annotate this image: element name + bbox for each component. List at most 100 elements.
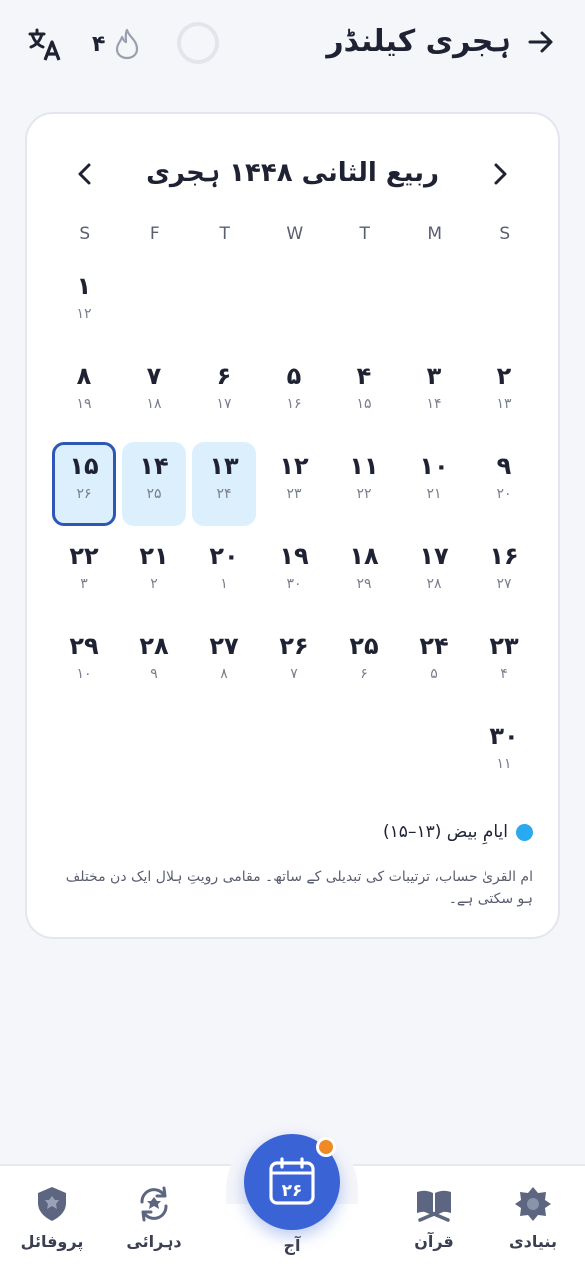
hijri-day-number: ۷ bbox=[146, 362, 162, 390]
calendar-day[interactable]: ۱۸ ۲۹ bbox=[330, 532, 400, 622]
gregorian-day-number: ۵ bbox=[430, 666, 438, 682]
calendar-week-row: ۱ ۱۲ bbox=[50, 262, 540, 352]
day-box: ۲۳ ۴ bbox=[472, 622, 536, 706]
nav-item-review[interactable]: دہرائی bbox=[104, 1184, 204, 1251]
gregorian-day-number: ۳ bbox=[80, 576, 88, 592]
calendar-day[interactable]: ۲ ۱۳ bbox=[470, 352, 540, 442]
hijri-day-number: ۲۸ bbox=[139, 632, 169, 660]
review-cycle-icon bbox=[140, 1186, 168, 1222]
calendar-day[interactable]: ۲۲ ۳ bbox=[50, 532, 120, 622]
hijri-day-number: ۲۵ bbox=[349, 632, 379, 660]
day-box: ۱۶ ۲۷ bbox=[472, 532, 536, 616]
gregorian-day-number: ۱۶ bbox=[286, 396, 302, 412]
day-box: ۲۲ ۳ bbox=[52, 532, 116, 616]
calendar-day[interactable]: ۱۲ ۲۳ bbox=[260, 442, 330, 532]
nav-label: پروفائل bbox=[20, 1232, 84, 1251]
day-box: ۱ ۱۲ bbox=[52, 262, 116, 346]
calendar-day[interactable]: ۸ ۱۹ bbox=[50, 352, 120, 442]
gregorian-day-number: ۸ bbox=[220, 666, 228, 682]
nav-label-today: آج bbox=[283, 1236, 301, 1255]
hijri-day-number: ۱۶ bbox=[489, 542, 519, 570]
hijri-day-number: ۲۴ bbox=[419, 632, 449, 660]
translate-icon[interactable] bbox=[26, 25, 64, 63]
calendar-day[interactable]: ۱۳ ۲۴ bbox=[190, 442, 260, 532]
hijri-day-number: ۱۰ bbox=[419, 452, 449, 480]
calendar-day[interactable]: ۱۱ ۲۲ bbox=[330, 442, 400, 532]
day-box: ۲۴ ۵ bbox=[402, 622, 466, 706]
day-box: ۱۲ ۲۳ bbox=[262, 442, 326, 526]
quran-book-icon bbox=[417, 1190, 451, 1222]
calendar-day[interactable]: ۲۸ ۹ bbox=[120, 622, 190, 712]
month-navigation: ربیع الثانی ۱۴۴۸ ہجری bbox=[27, 154, 558, 194]
hijri-day-number: ۳ bbox=[426, 362, 442, 390]
calendar-day[interactable]: ۳۰ ۱۱ bbox=[470, 712, 540, 802]
hijri-day-number: ۱۹ bbox=[279, 542, 309, 570]
hijri-day-number: ۲۶ bbox=[279, 632, 309, 660]
calendar-day[interactable]: ۲۱ ۲ bbox=[120, 532, 190, 622]
nav-label: قرآن bbox=[414, 1232, 454, 1251]
calendar-day[interactable]: ۲۴ ۵ bbox=[400, 622, 470, 712]
day-box: ۹ ۲۰ bbox=[472, 442, 536, 526]
weekday-label: T bbox=[359, 224, 371, 244]
hijri-day-number: ۲۲ bbox=[69, 542, 99, 570]
day-box: ۱۸ ۲۹ bbox=[332, 532, 396, 616]
gregorian-day-number: ۲۱ bbox=[426, 486, 442, 502]
calendar-day[interactable]: ۷ ۱۸ bbox=[120, 352, 190, 442]
gregorian-day-number: ۲۵ bbox=[146, 486, 162, 502]
gregorian-day-number: ۲۲ bbox=[356, 486, 372, 502]
day-box: ۱۱ ۲۲ bbox=[332, 442, 396, 526]
calendar-day[interactable]: ۳ ۱۴ bbox=[400, 352, 470, 442]
calendar-day[interactable]: ۱۰ ۲۱ bbox=[400, 442, 470, 532]
legend-dot bbox=[516, 823, 533, 841]
calendar-empty-cell bbox=[470, 262, 540, 352]
progress-ring-icon[interactable] bbox=[175, 20, 221, 66]
weekday-label: M bbox=[427, 224, 443, 244]
chevron-right-icon[interactable] bbox=[485, 160, 513, 188]
hijri-day-number: ۴ bbox=[356, 362, 372, 390]
calendar-day[interactable]: ۲۶ ۷ bbox=[260, 622, 330, 712]
day-box: ۲۷ ۸ bbox=[192, 622, 256, 706]
calendar-icon-date: ۲۶ bbox=[282, 1181, 303, 1201]
calendar-day[interactable]: ۲۳ ۴ bbox=[470, 622, 540, 712]
hijri-day-number: ۵ bbox=[286, 362, 302, 390]
hijri-day-number: ۲ bbox=[496, 362, 512, 390]
calendar-day[interactable]: ۱۹ ۳۰ bbox=[260, 532, 330, 622]
calendar-day[interactable]: ۶ ۱۷ bbox=[190, 352, 260, 442]
gregorian-day-number: ۲۷ bbox=[496, 576, 512, 592]
calendar-week-row: ۱۵ ۲۶ ۱۴ ۲۵ ۱۳ ۲۴ ۱۲ ۲۳ ۱۱ ۲۲ ۱۰ ۲۱ ۹ ۲۰ bbox=[50, 442, 540, 532]
hijri-day-number: ۲۱ bbox=[139, 542, 169, 570]
day-box: ۲۵ ۶ bbox=[332, 622, 396, 706]
calendar-day[interactable]: ۲۹ ۱۰ bbox=[50, 622, 120, 712]
calendar-day[interactable]: ۲۰ ۱ bbox=[190, 532, 260, 622]
gregorian-day-number: ۶ bbox=[360, 666, 368, 682]
shield-profile-icon bbox=[38, 1187, 66, 1221]
day-box: ۳۰ ۱۱ bbox=[472, 712, 536, 796]
calendar-day[interactable]: ۹ ۲۰ bbox=[470, 442, 540, 532]
gregorian-day-number: ۲۸ bbox=[426, 576, 442, 592]
calendar-day[interactable]: ۴ ۱۵ bbox=[330, 352, 400, 442]
back-arrow-icon[interactable] bbox=[527, 28, 555, 56]
hijri-day-number: ۲۳ bbox=[489, 632, 519, 660]
calendar-day[interactable]: ۲۵ ۶ bbox=[330, 622, 400, 712]
day-box: ۳ ۱۴ bbox=[402, 352, 466, 436]
nav-item-basics[interactable]: بنیادی bbox=[483, 1184, 583, 1251]
calendar-day[interactable]: ۱۷ ۲۸ bbox=[400, 532, 470, 622]
calendar-day[interactable]: ۵ ۱۶ bbox=[260, 352, 330, 442]
nav-item-quran[interactable]: قرآن bbox=[384, 1184, 484, 1251]
calendar-week-row: ۳۰ ۱۱ bbox=[50, 712, 540, 802]
nav-label: دہرائی bbox=[126, 1232, 182, 1251]
gregorian-day-number: ۲۴ bbox=[216, 486, 232, 502]
calendar-day[interactable]: ۱۴ ۲۵ bbox=[120, 442, 190, 532]
gregorian-day-number: ۱۰ bbox=[76, 666, 92, 682]
calendar-day[interactable]: ۱۶ ۲۷ bbox=[470, 532, 540, 622]
gregorian-day-number: ۴ bbox=[500, 666, 508, 682]
calendar-empty-cell bbox=[190, 262, 260, 352]
calendar-day-today[interactable]: ۱۵ ۲۶ bbox=[50, 442, 120, 532]
calendar-icon: ۲۶ bbox=[269, 1157, 315, 1205]
nav-item-profile[interactable]: پروفائل bbox=[2, 1184, 102, 1251]
hijri-day-number: ۶ bbox=[216, 362, 232, 390]
calendar-day[interactable]: ۲۷ ۸ bbox=[190, 622, 260, 712]
streak-counter[interactable]: ۴ bbox=[92, 26, 141, 62]
gregorian-day-number: ۲۶ bbox=[76, 486, 92, 502]
calendar-day[interactable]: ۱ ۱۲ bbox=[50, 262, 120, 352]
